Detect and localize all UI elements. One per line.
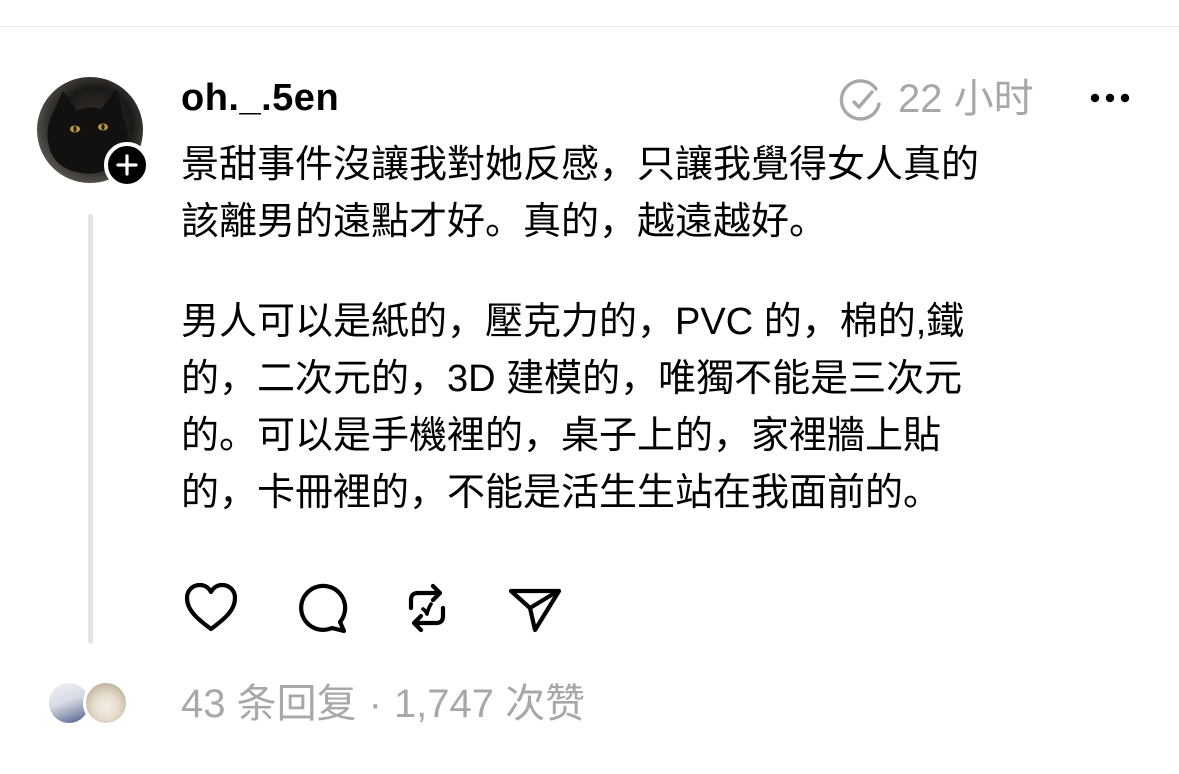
more-button[interactable] xyxy=(1087,84,1133,112)
like-count[interactable]: 1,747 次赞 xyxy=(394,680,585,728)
timestamp: 22 小时 xyxy=(838,76,1034,122)
send-icon xyxy=(508,588,562,633)
repost-button[interactable] xyxy=(397,578,457,638)
post-line: 的，卡冊裡的，不能是活生生站在我面前的。 xyxy=(181,472,942,514)
post-line: 的，二次元的，3D 建模的，唯獨不能是三次元 xyxy=(181,358,963,400)
post-stats[interactable]: 43 条回复 · 1,747 次赞 xyxy=(181,680,585,728)
post-line: 景甜事件沒讓我對她反感，只讓我覺得女人真的 xyxy=(181,144,980,186)
comment-icon xyxy=(299,583,348,634)
comment-button[interactable] xyxy=(291,578,351,638)
edited-clock-icon xyxy=(839,79,881,121)
post-paragraph-1: 景甜事件沒讓我對她反感，只讓我覺得女人真的 該離男的遠點才好。真的，越遠越好。 xyxy=(181,137,1141,251)
like-button[interactable] xyxy=(181,578,241,638)
stats-separator: · xyxy=(368,682,382,726)
repost-icon xyxy=(408,583,446,633)
post-paragraph-2: 男人可以是紙的，壓克力的，PVC 的，棉的,鐵 的，二次元的，3D 建模的，唯獨… xyxy=(181,294,1141,522)
post-line: 該離男的遠點才好。真的，越遠越好。 xyxy=(181,201,828,243)
reply-count[interactable]: 43 条回复 xyxy=(181,680,357,728)
post-line: 男人可以是紙的，壓克力的，PVC 的，棉的,鐵 xyxy=(181,301,965,343)
username[interactable]: oh._.5en xyxy=(181,76,339,120)
plus-icon xyxy=(116,154,138,176)
top-divider xyxy=(0,26,1179,27)
replier-avatars[interactable] xyxy=(46,680,136,728)
heart-icon xyxy=(184,582,238,632)
post-line: 的。可以是手機裡的，桌子上的，家裡牆上貼 xyxy=(181,415,942,457)
more-icon xyxy=(1090,93,1130,103)
follow-button[interactable] xyxy=(104,142,150,188)
time-text: 22 小时 xyxy=(898,77,1034,121)
replier-avatar xyxy=(83,680,129,726)
share-button[interactable] xyxy=(505,578,565,638)
thread-line xyxy=(88,214,93,644)
